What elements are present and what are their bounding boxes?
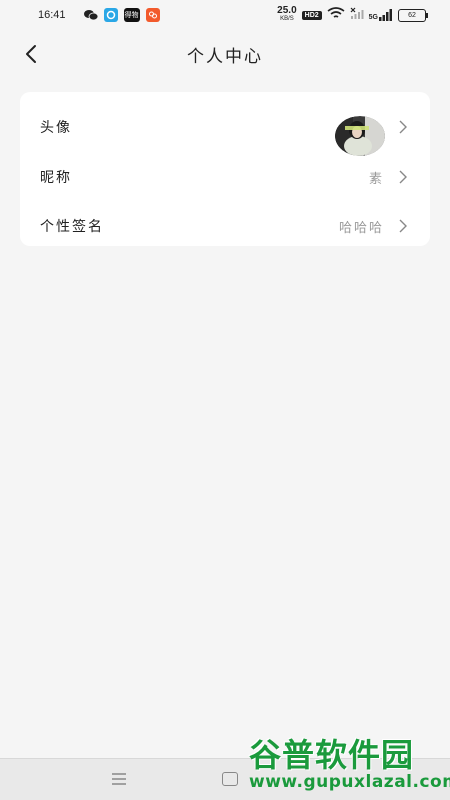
profile-page: 16:41 得物 25.0 KB/S HD2 5G 62 个人中心 头像 昵称 … [0, 0, 450, 800]
network-speed-value: 25.0 [277, 5, 297, 16]
browser-icon [103, 8, 118, 22]
weibo-icon: 得物 [123, 8, 140, 22]
signal-5g-label: 5G [368, 14, 378, 21]
network-speed-unit: KB/S [280, 16, 294, 22]
status-bar-right: 25.0 KB/S HD2 5G 62 [277, 5, 428, 23]
chevron-right-icon [399, 120, 407, 134]
status-bar-left: 16:41 得物 [38, 8, 160, 22]
home-icon[interactable] [222, 772, 238, 786]
status-time: 16:41 [38, 9, 66, 21]
signature-label: 个性签名 [40, 219, 104, 235]
status-bar: 16:41 得物 25.0 KB/S HD2 5G 62 [0, 0, 450, 30]
page-title: 个人中心 [187, 47, 263, 67]
menu-icon[interactable] [110, 771, 128, 787]
watermark-title: 谷普软件园 [249, 736, 415, 774]
signature-value: 哈哈哈 [338, 220, 384, 236]
nickname-label: 昵称 [40, 170, 72, 186]
nickname-row[interactable]: 昵称 素 [20, 152, 430, 202]
nickname-value: 素 [368, 171, 384, 187]
avatar-row[interactable]: 头像 [20, 102, 430, 156]
hd-badge: HD2 [301, 10, 322, 20]
no-signal-icon [350, 7, 364, 23]
chevron-right-icon [399, 170, 407, 184]
wifi-icon [327, 7, 345, 23]
profile-card: 头像 昵称 素 个性签名 哈哈哈 [20, 92, 430, 246]
network-speed: 25.0 KB/S [277, 5, 297, 23]
wechat-icon [83, 8, 98, 22]
signal-5g-icon: 5G [369, 9, 393, 21]
chevron-right-icon [399, 219, 407, 233]
avatar [335, 116, 385, 156]
battery-icon: 62 [398, 8, 428, 22]
avatar-label: 头像 [40, 120, 72, 136]
app-icon [145, 8, 160, 22]
watermark: 谷普软件园 www.gupuxlazal.com [245, 730, 450, 800]
watermark-url: www.gupuxlazal.com [249, 772, 450, 792]
signature-row[interactable]: 个性签名 哈哈哈 [20, 201, 430, 251]
header: 个人中心 [0, 30, 450, 78]
